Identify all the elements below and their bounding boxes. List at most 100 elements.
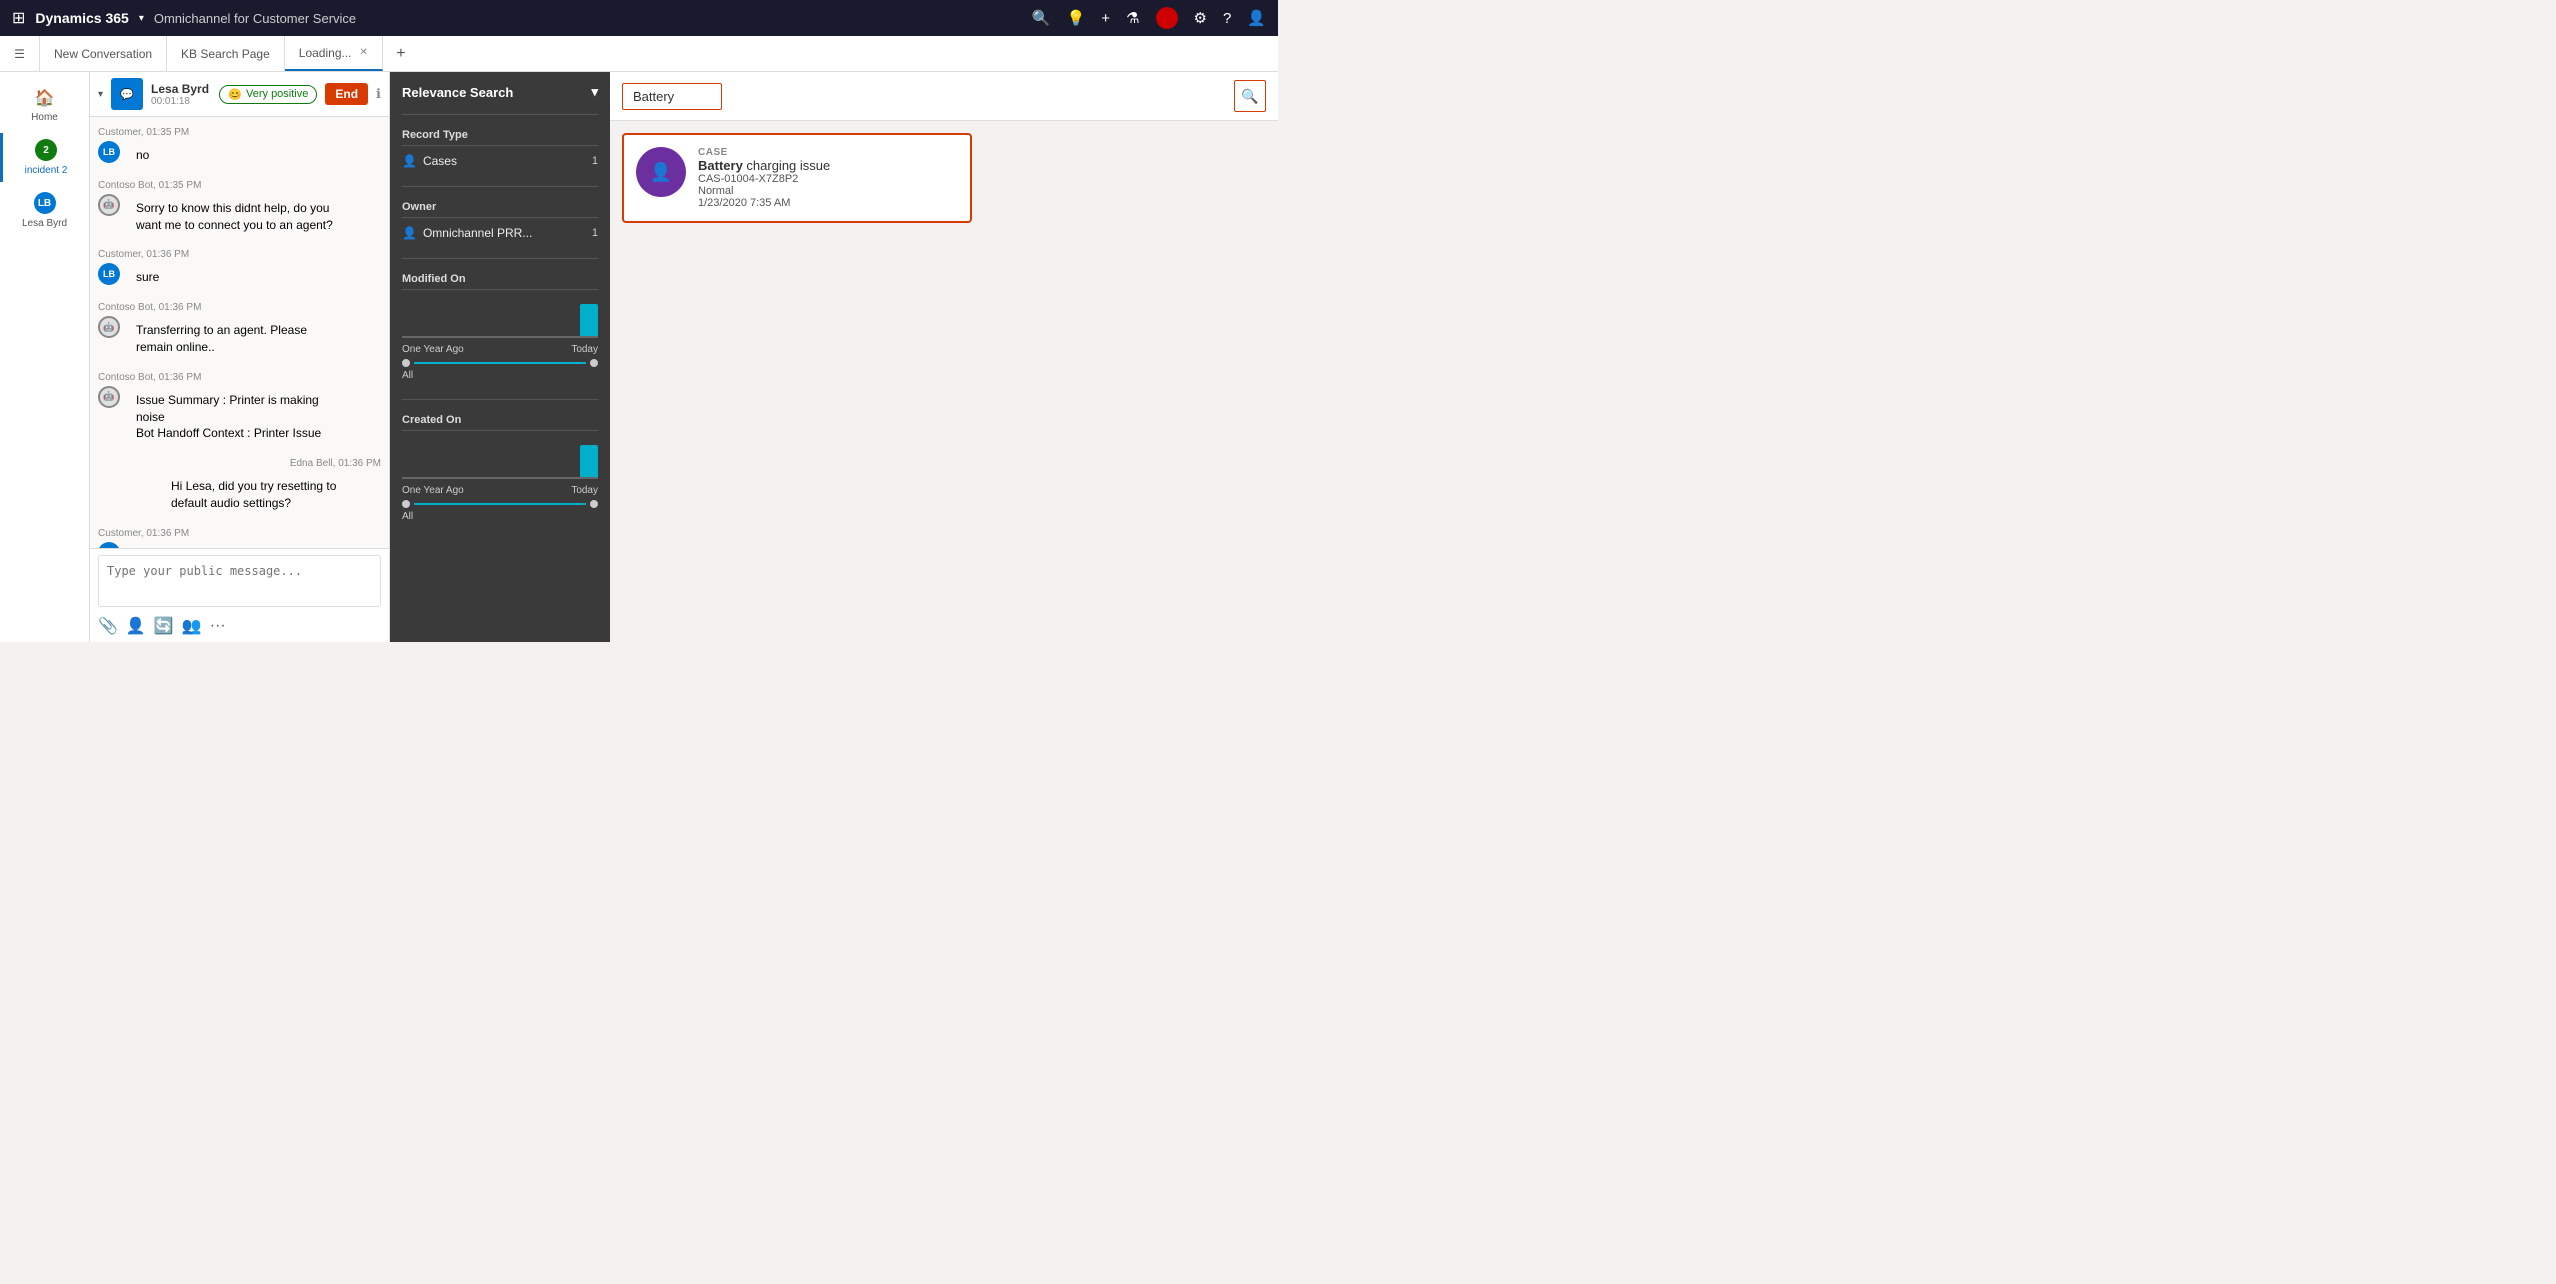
modified-on-slider: One Year Ago Today All <box>402 294 598 385</box>
tab-loading[interactable]: Loading... ✕ <box>285 36 383 71</box>
chat-type-icon: 💬 <box>111 78 143 110</box>
topbar-right: 🔍 💡 + ⚗ ⚙ ? 👤 <box>1032 7 1266 29</box>
msg-row: 🤖 Transferring to an agent. Please remai… <box>98 316 381 362</box>
user-badge: LB <box>34 192 56 214</box>
range-dot-right[interactable] <box>590 359 598 367</box>
slider-track-2 <box>402 439 598 479</box>
slider2-right-label: Today <box>571 485 598 496</box>
case-type-label: CASE <box>698 147 830 158</box>
sidebar-item-home[interactable]: 🏠 Home <box>0 82 89 129</box>
message-bubble: no <box>126 141 159 170</box>
owner-filter-row[interactable]: 👤 Omnichannel PRR... 1 <box>402 222 598 244</box>
info-icon[interactable]: ℹ <box>376 86 381 102</box>
tab-new-conversation[interactable]: New Conversation <box>40 36 167 71</box>
msg-meta: Edna Bell, 01:36 PM <box>98 458 381 469</box>
results-content: 👤 CASE Battery charging issue CAS-01004-… <box>610 121 1278 642</box>
search-button-icon: 🔍 <box>1241 88 1258 105</box>
avatar: 🤖 <box>98 316 120 338</box>
chat-panel: ▾ 💬 Lesa Byrd 00:01:18 😊 Very positive E… <box>90 72 390 642</box>
cases-icon: 👤 <box>402 154 417 168</box>
msg-row: LB no <box>98 141 381 170</box>
msg-meta: Contoso Bot, 01:36 PM <box>98 372 381 383</box>
message-group: Edna Bell, 01:36 PM Hi Lesa, did you try… <box>98 458 381 518</box>
owner-label: Owner <box>402 201 598 213</box>
slider-labels: One Year Ago Today <box>402 344 598 355</box>
attachment-icon[interactable]: 📎 <box>98 616 118 636</box>
group-icon[interactable]: 👥 <box>182 616 202 636</box>
tab-kb-search-page[interactable]: KB Search Page <box>167 36 285 71</box>
avatar: LB <box>98 263 120 285</box>
case-title-bold: Battery <box>698 158 743 173</box>
battery-search-input[interactable] <box>622 83 722 110</box>
filter-icon[interactable]: ⚗ <box>1126 9 1139 27</box>
app-dropdown-icon[interactable]: ▾ <box>139 13 144 24</box>
slider-track <box>402 298 598 338</box>
msg-meta: Contoso Bot, 01:36 PM <box>98 302 381 313</box>
participant-icon[interactable]: 👤 <box>126 616 146 636</box>
sidebar-home-label: Home <box>31 112 58 123</box>
search-button[interactable]: 🔍 <box>1234 80 1266 112</box>
chat-panel-dropdown[interactable]: ▾ <box>98 89 103 100</box>
help-icon[interactable]: ? <box>1223 10 1231 27</box>
chat-toolbar: 📎 👤 🔄 👥 ··· <box>98 610 381 636</box>
search-icon[interactable]: 🔍 <box>1032 9 1051 27</box>
grid-icon[interactable]: ⊞ <box>12 8 25 28</box>
range2-dot-left[interactable] <box>402 500 410 508</box>
owner-value: Omnichannel PRR... <box>423 226 532 240</box>
transfer-icon[interactable]: 🔄 <box>154 616 174 636</box>
msg-meta: Customer, 01:36 PM <box>98 249 381 260</box>
case-avatar: 👤 <box>636 147 686 197</box>
case-card[interactable]: 👤 CASE Battery charging issue CAS-01004-… <box>622 133 972 223</box>
incident-badge: 2 <box>35 139 57 161</box>
created-on-label: Created On <box>402 414 598 426</box>
tabs-bar: ☰ New Conversation KB Search Page Loadin… <box>0 36 1278 72</box>
hamburger-menu[interactable]: ☰ <box>0 36 40 72</box>
search-panel-header: Relevance Search ▾ <box>402 84 598 100</box>
message-bubble: Sorry to know this didnt help, do you wa… <box>126 194 346 240</box>
sidebar-item-lesa-byrd[interactable]: LB Lesa Byrd <box>0 186 89 235</box>
sidebar-item-incident[interactable]: 2 incident 2 <box>0 133 89 182</box>
message-group: Customer, 01:36 PM LB Not yet, let me tr… <box>98 528 381 548</box>
slider1-left-label: One Year Ago <box>402 344 464 355</box>
app-subtitle: Omnichannel for Customer Service <box>154 11 356 26</box>
slider1-range-label: All <box>402 370 598 381</box>
sidebar-user-label: Lesa Byrd <box>22 218 67 229</box>
msg-meta: Contoso Bot, 01:35 PM <box>98 180 381 191</box>
case-details: CASE Battery charging issue CAS-01004-X7… <box>698 147 830 209</box>
created-on-section: Created On One Year Ago Today All <box>402 414 598 526</box>
settings-icon[interactable]: ⚙ <box>1194 9 1207 27</box>
range-dot-left[interactable] <box>402 359 410 367</box>
tab-close-icon[interactable]: ✕ <box>360 47 368 58</box>
search-panel-dropdown-icon[interactable]: ▾ <box>591 84 598 100</box>
range2-dot-right[interactable] <box>590 500 598 508</box>
more-icon[interactable]: ··· <box>210 617 226 635</box>
case-title: Battery charging issue <box>698 158 830 173</box>
record-type-section: Record Type 👤 Cases 1 <box>402 129 598 172</box>
message-bubble: Hi Lesa, did you try resetting to defaul… <box>161 472 381 518</box>
chat-header-info: Lesa Byrd 00:01:18 <box>151 82 211 107</box>
msg-row: LB sure <box>98 263 381 292</box>
chat-timer: 00:01:18 <box>151 96 211 107</box>
message-group: Contoso Bot, 01:35 PM 🤖 Sorry to know th… <box>98 180 381 240</box>
msg-row: 🤖 Sorry to know this didnt help, do you … <box>98 194 381 240</box>
home-icon: 🏠 <box>35 88 55 108</box>
add-icon[interactable]: + <box>1101 10 1110 27</box>
main-layout: 🏠 Home 2 incident 2 LB Lesa Byrd ▾ 💬 Les… <box>0 72 1278 642</box>
msg-meta: Customer, 01:36 PM <box>98 528 381 539</box>
user-icon[interactable]: 👤 <box>1247 9 1266 27</box>
modified-on-label: Modified On <box>402 273 598 285</box>
message-group: Customer, 01:36 PM LB sure <box>98 249 381 292</box>
chat-input[interactable] <box>98 555 381 607</box>
message-bubble: Issue Summary : Printer is making noise … <box>126 386 346 448</box>
sidebar: 🏠 Home 2 incident 2 LB Lesa Byrd <box>0 72 90 642</box>
status-avatar[interactable] <box>1156 7 1178 29</box>
owner-count: 1 <box>592 227 598 239</box>
lightbulb-icon[interactable]: 💡 <box>1067 9 1086 27</box>
cases-filter-row[interactable]: 👤 Cases 1 <box>402 150 598 172</box>
msg-row: 🤖 Issue Summary : Printer is making nois… <box>98 386 381 448</box>
message-group: Contoso Bot, 01:36 PM 🤖 Transferring to … <box>98 302 381 362</box>
end-button[interactable]: End <box>325 83 368 105</box>
tab-add-button[interactable]: + <box>383 36 419 71</box>
message-bubble: Transferring to an agent. Please remain … <box>126 316 346 362</box>
search-panel: Relevance Search ▾ Record Type 👤 Cases 1… <box>390 72 610 642</box>
